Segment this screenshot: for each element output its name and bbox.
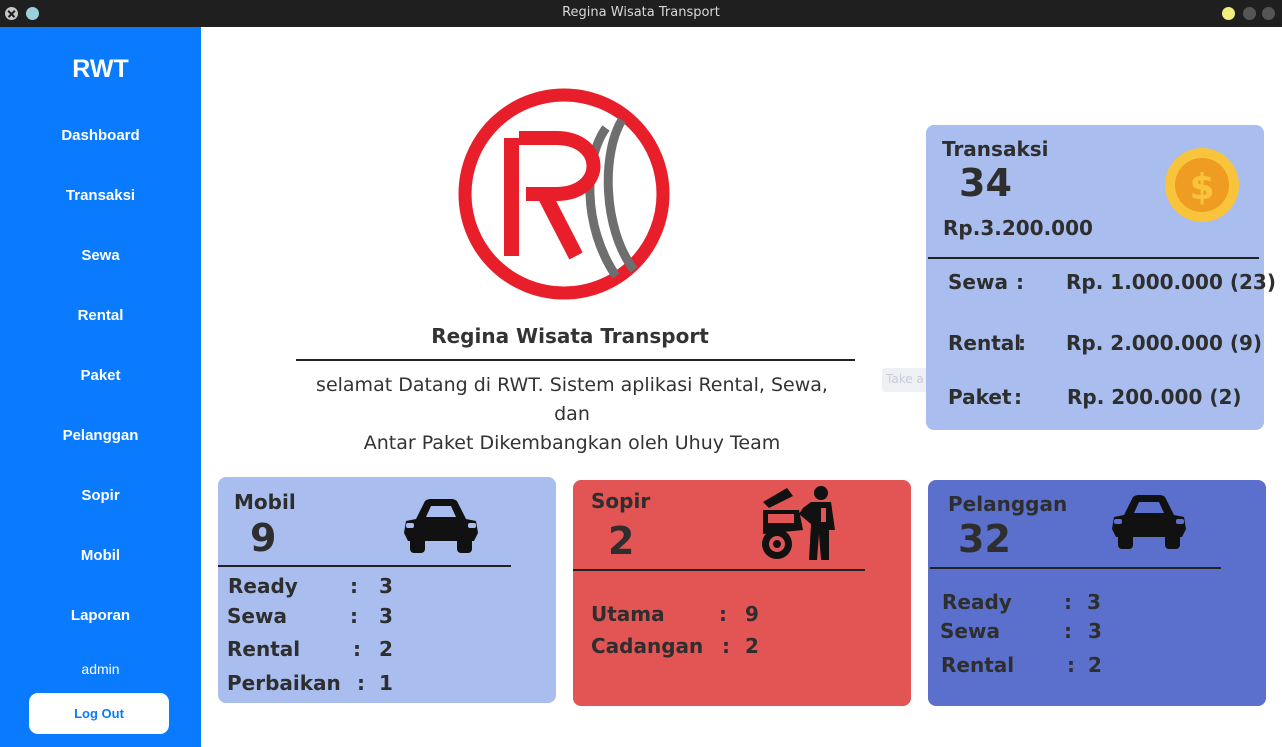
pelanggan-title: Pelanggan: [948, 492, 1068, 516]
mobil-title: Mobil: [234, 490, 296, 514]
sidebar-item-sopir[interactable]: Sopir: [0, 487, 201, 504]
car-icon: [1112, 495, 1186, 549]
window-title: Regina Wisata Transport: [562, 5, 720, 20]
rwt-logo-icon: [458, 88, 670, 300]
hero-divider: [296, 359, 855, 361]
mobil-divider: [218, 565, 511, 567]
transaksi-card: Transaksi 34 Rp.3.200.000 $ Sewa : Rp. 1…: [926, 125, 1276, 430]
sidebar-item-dashboard[interactable]: Dashboard: [0, 127, 201, 144]
transaksi-count: 34: [959, 161, 1012, 205]
sidebar-item-sewa[interactable]: Sewa: [0, 247, 201, 264]
pelanggan-count: 32: [958, 517, 1011, 561]
tagline-line-2: Antar Paket Dikembangkan oleh Uhuy Team: [363, 432, 781, 454]
sopir-count: 2: [608, 519, 635, 563]
sidebar-item-rental[interactable]: Rental: [0, 307, 201, 324]
pelanggan-divider: [930, 567, 1221, 569]
mechanic-icon: [762, 486, 835, 560]
window-titlebar: Regina Wisata Transport: [0, 0, 1282, 27]
sopir-card: Sopir 2 Utama : 9 Cadangan : 2: [573, 480, 911, 706]
sidebar-item-transaksi[interactable]: Transaksi: [0, 187, 201, 204]
mobil-card: Mobil 9 Ready : 3 Sewa : 3 Rental : 2 Pe…: [218, 477, 556, 703]
sopir-title: Sopir: [591, 489, 651, 513]
brand-title: RWT: [72, 55, 129, 83]
mobil-count: 9: [250, 516, 277, 560]
minimize-icon[interactable]: [1222, 7, 1235, 20]
sidebar-item-laporan[interactable]: Laporan: [0, 607, 201, 624]
sidebar-item-pelanggan[interactable]: Pelanggan: [0, 427, 201, 444]
sidebar-item-mobil[interactable]: Mobil: [0, 547, 201, 564]
pelanggan-card: Pelanggan 32 Ready : 3 Sewa : 3 Rental :…: [928, 480, 1266, 706]
maximize-icon[interactable]: [1243, 7, 1256, 20]
window-close-icon[interactable]: [1262, 7, 1275, 20]
company-name: Regina Wisata Transport: [431, 324, 709, 348]
logout-button[interactable]: Log Out: [29, 693, 169, 734]
tagline-line-1: selamat Datang di RWT. Sistem aplikasi R…: [316, 374, 828, 425]
tagline: selamat Datang di RWT. Sistem aplikasi R…: [296, 371, 848, 458]
sidebar-item-paket[interactable]: Paket: [0, 367, 201, 384]
svg-text:$: $: [1189, 167, 1214, 208]
transaksi-total: Rp.3.200.000: [943, 216, 1093, 240]
current-user-label: admin: [81, 661, 120, 677]
car-icon: [404, 499, 478, 553]
sopir-divider: [573, 569, 865, 571]
sidebar: RWT Dashboard Transaksi Sewa Rental Pake…: [0, 27, 201, 747]
coin-dollar-icon: $: [1165, 148, 1239, 222]
transaksi-divider: [928, 257, 1259, 259]
transaksi-title: Transaksi: [942, 137, 1049, 161]
